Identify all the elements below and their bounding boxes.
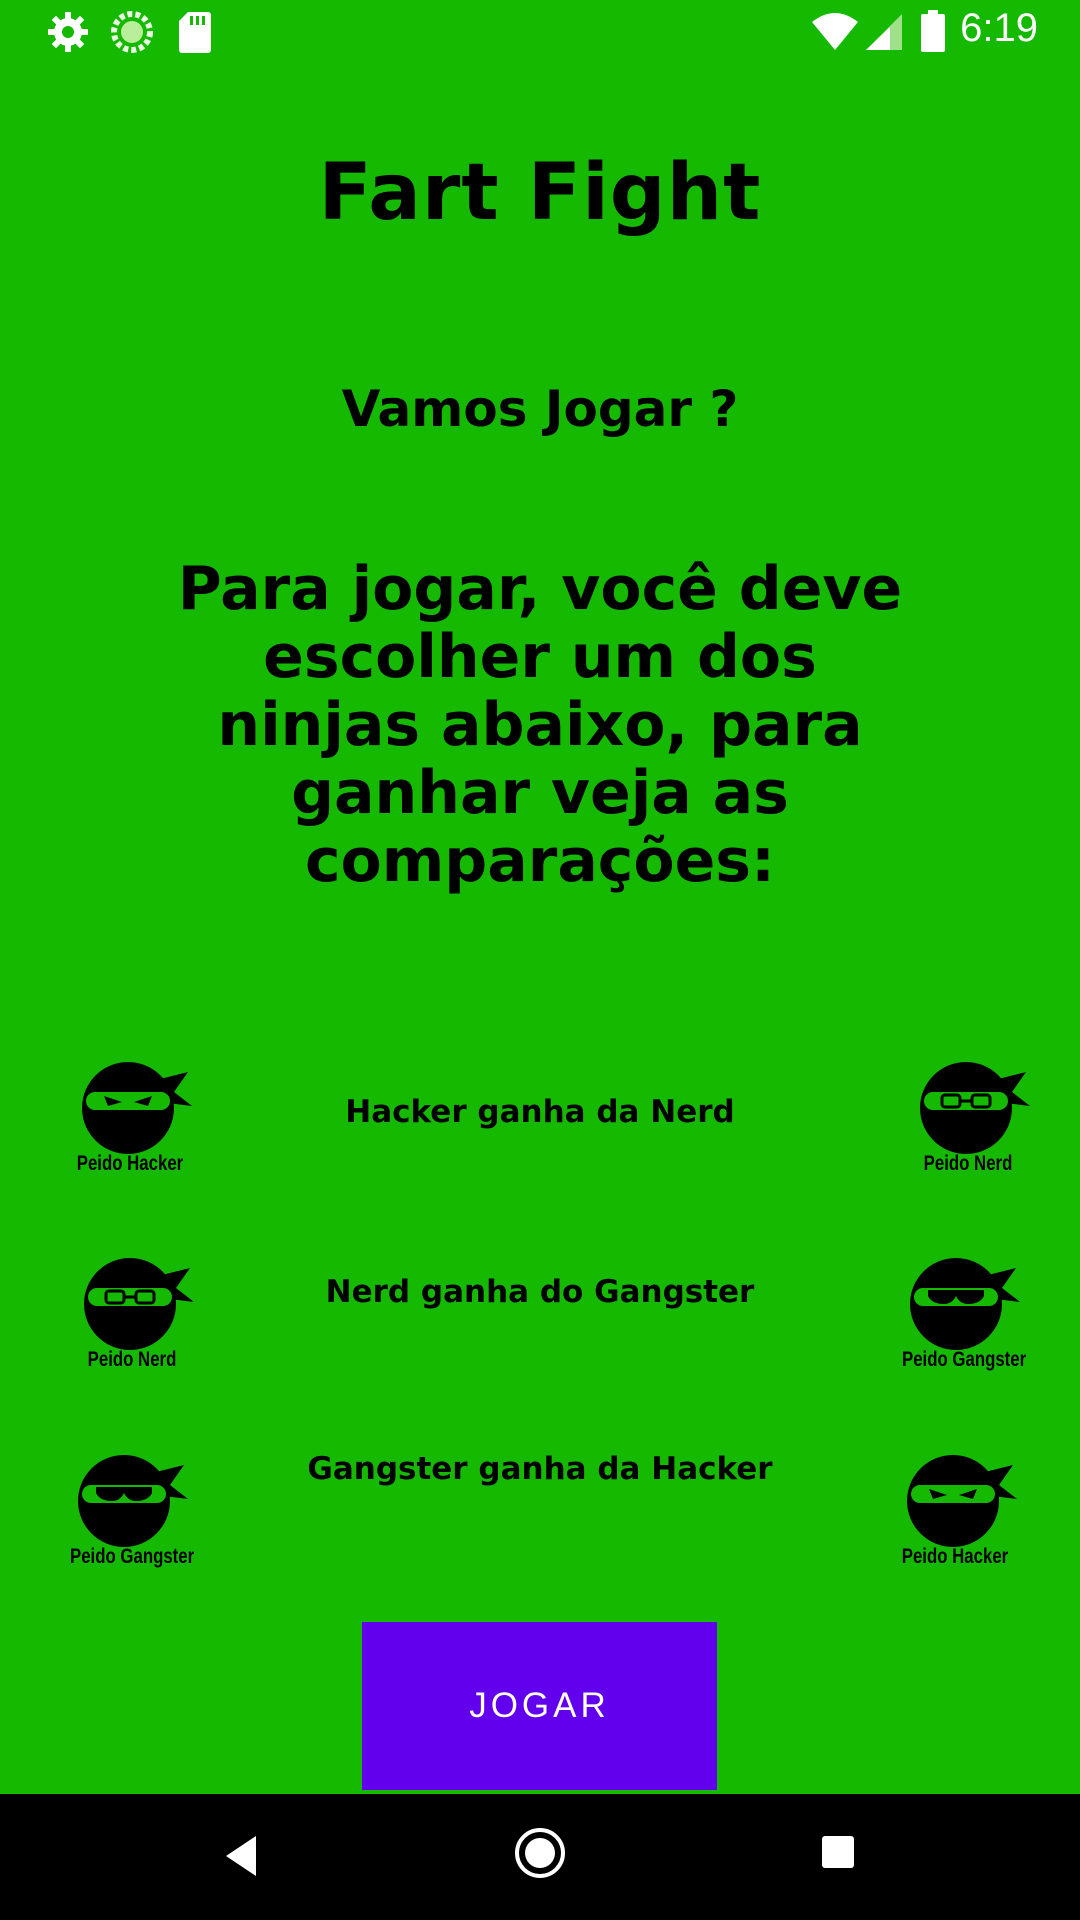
ninja-label: Peido Hacker — [76, 1152, 184, 1175]
loading-icon — [110, 10, 154, 58]
matchup-rule: Nerd ganha do Gangster — [325, 1274, 755, 1310]
status-bar: 6:19 — [0, 0, 1080, 64]
ninja-gangster-icon — [78, 1455, 188, 1547]
wifi-icon — [810, 10, 860, 58]
status-time: 6:19 — [960, 6, 1038, 50]
ninja-gangster-right: Peido Gangster — [888, 1246, 1028, 1386]
ninja-label: Peido Nerd — [923, 1152, 1013, 1175]
sd-card-icon — [178, 10, 212, 58]
ninja-nerd-left: Peido Nerd — [62, 1246, 202, 1386]
recents-icon[interactable] — [820, 1834, 856, 1874]
ninja-hacker-right: Peido Hacker — [885, 1443, 1025, 1583]
ninja-hacker-icon — [907, 1455, 1017, 1547]
ninja-label: Peido Hacker — [901, 1545, 1009, 1568]
back-icon[interactable] — [220, 1830, 264, 1886]
ninja-label: Peido Gangster — [902, 1348, 1027, 1371]
matchup-row: Peido Hacker Hacker ganha da Nerd Peido … — [0, 1050, 1080, 1190]
matchup-rule: Gangster ganha da Hacker — [307, 1451, 773, 1487]
matchup-rule: Hacker ganha da Nerd — [345, 1094, 735, 1130]
battery-icon — [920, 10, 946, 58]
matchup-row: Peido Nerd Nerd ganha do Gangster Peido … — [0, 1246, 1080, 1386]
play-button[interactable]: JOGAR — [362, 1622, 717, 1790]
signal-icon — [864, 10, 904, 58]
ninja-gangster-left: Peido Gangster — [56, 1443, 196, 1583]
instructions-text: Para jogar, você deve escolher um dos ni… — [177, 554, 903, 896]
ninja-label: Peido Gangster — [70, 1545, 195, 1568]
ninja-hacker-left: Peido Hacker — [60, 1050, 200, 1190]
ninja-label: Peido Nerd — [87, 1348, 177, 1371]
ninja-hacker-icon — [82, 1062, 192, 1154]
ninja-nerd-right: Peido Nerd — [898, 1050, 1038, 1190]
settings-icon — [46, 10, 90, 58]
app-title: Fart Fight — [318, 148, 762, 238]
ninja-nerd-icon — [84, 1258, 194, 1350]
subtitle: Vamos Jogar ? — [341, 380, 739, 438]
matchup-row: Peido Gangster Gangster ganha da Hacker … — [0, 1443, 1080, 1583]
home-icon[interactable] — [513, 1826, 567, 1884]
ninja-nerd-icon — [920, 1062, 1030, 1154]
navigation-bar — [0, 1794, 1080, 1920]
ninja-gangster-icon — [910, 1258, 1020, 1350]
